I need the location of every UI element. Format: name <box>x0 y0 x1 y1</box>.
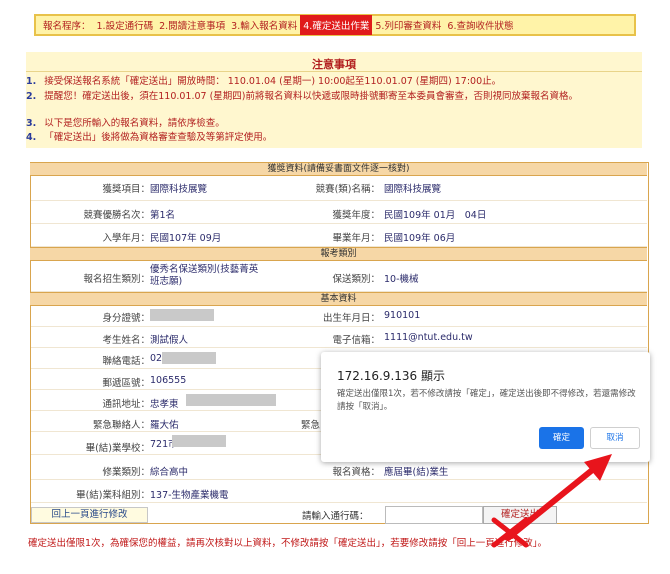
annotation-arrow-icon <box>491 454 612 548</box>
